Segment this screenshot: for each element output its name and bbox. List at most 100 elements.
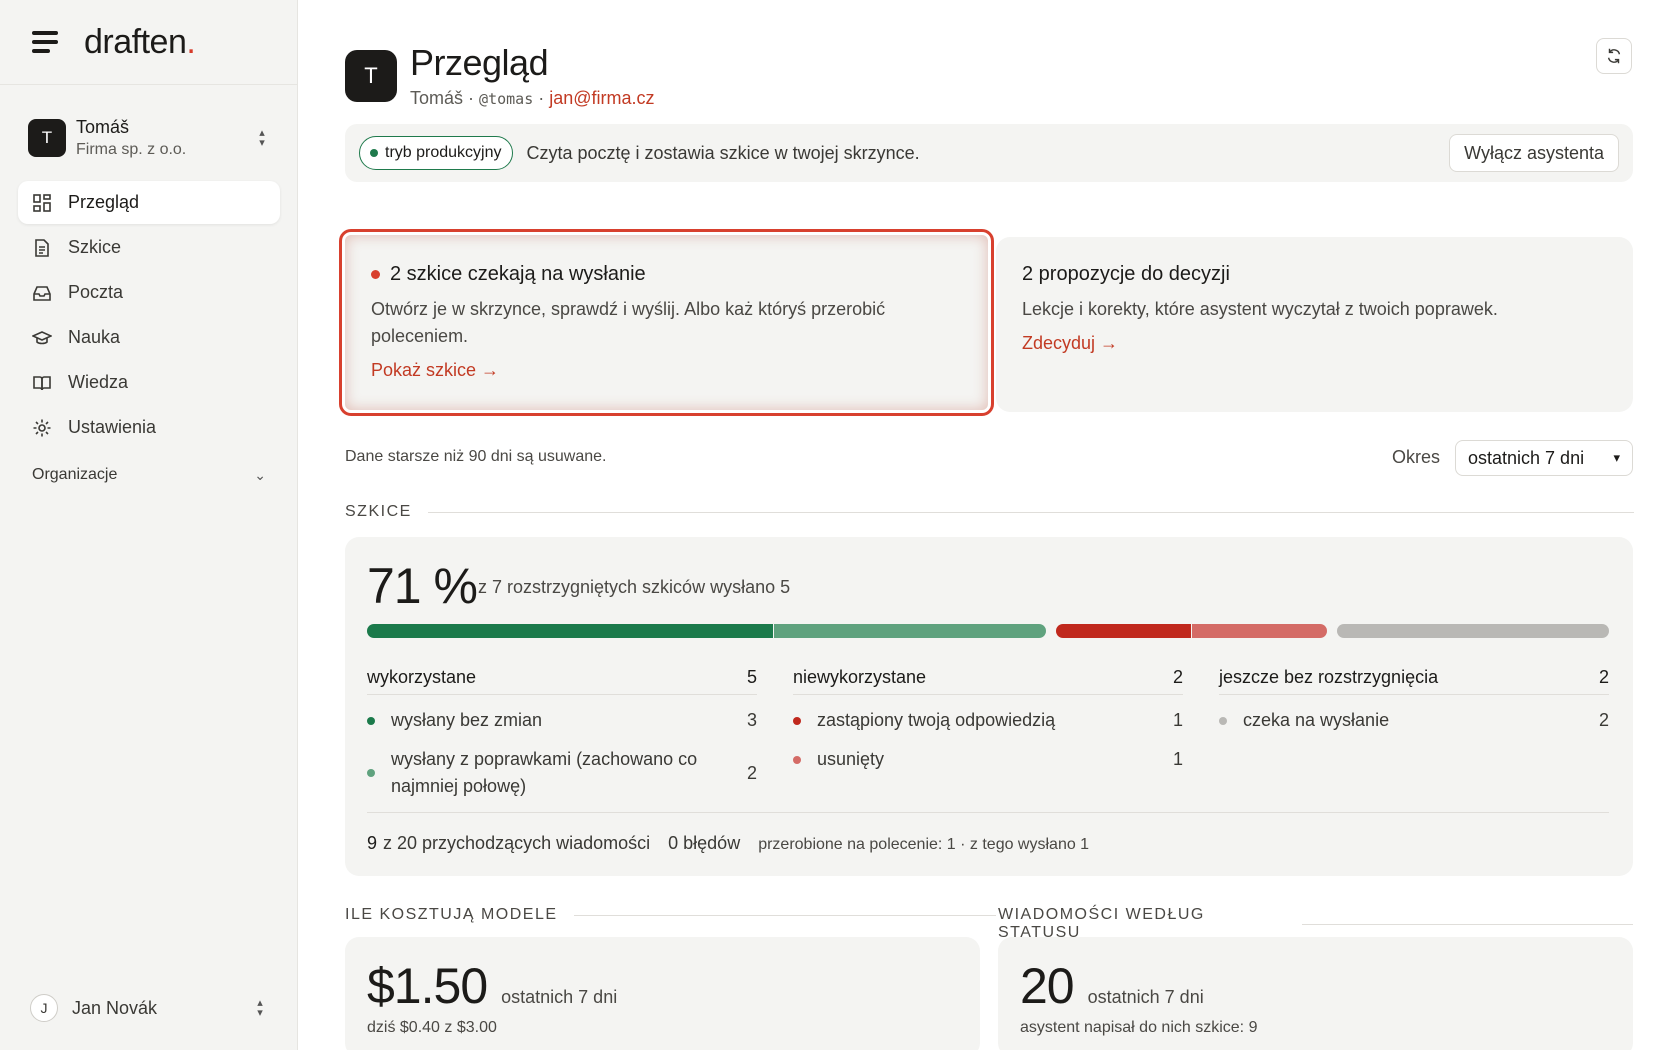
sidebar-item-wiedza[interactable]: Wiedza: [18, 361, 280, 404]
messages-period: ostatnich 7 dni: [1087, 987, 1204, 1007]
reworked-label: przerobione na polecenie: 1 · z tego wys…: [758, 836, 1090, 853]
legend-dot: [1219, 716, 1227, 725]
status-badge: tryb produkcyjny: [359, 136, 513, 170]
incoming-label: z 20 przychodzących wiadomości: [383, 833, 651, 853]
row-label: wysłany z poprawkami (zachowano co najmn…: [391, 749, 698, 796]
workspace-name: Tomáš: [76, 117, 130, 137]
messages-status-card: 20 ostatnich 7 dni asystent napisał do ni…: [998, 937, 1633, 1050]
sidebar-item-ustawienia[interactable]: Ustawienia: [18, 406, 280, 449]
acceptance-summary: z 7 rozstrzygniętych szkiców wysłano 5: [478, 577, 791, 597]
column-undecided: jeszcze bez rozstrzygnięcia 2 czeka na wy…: [1219, 659, 1609, 800]
row-label: wysłany bez zmian: [391, 710, 543, 730]
column-title: niewykorzystane: [793, 667, 927, 687]
decide-link[interactable]: Zdecyduj →: [1022, 333, 1118, 354]
logo-dot: .: [186, 22, 196, 61]
organizations-label: Organizacje: [32, 466, 118, 483]
legend-dot: [367, 769, 375, 777]
column-title: wykorzystane: [367, 667, 477, 687]
logo[interactable]: draften.: [84, 22, 196, 62]
model-cost-card: $1.50 ostatnich 7 dni dziś $0.40 z $3.00: [345, 937, 980, 1050]
page-header: T Przegląd Tomáš · @tomas · jan@firma.cz: [345, 42, 655, 109]
row-label: usunięty: [817, 749, 885, 769]
column-title: jeszcze bez rozstrzygnięcia: [1219, 667, 1439, 687]
banner-text: Czyta pocztę i zostawia szkice w twojej …: [526, 142, 920, 163]
sidebar-item-label: Przegląd: [68, 192, 140, 212]
graduation-cap-icon: [32, 330, 52, 344]
refresh-icon: [1607, 48, 1621, 64]
grid-icon: [33, 193, 51, 212]
sidebar-nav: Przegląd Szkice Poczta Nauka Wiedza Usta…: [18, 181, 280, 451]
outcome-bar: [367, 624, 1609, 638]
account-handle: @tomas: [479, 90, 534, 108]
logo-text: draften: [84, 22, 187, 61]
column-count: 2: [1598, 667, 1609, 687]
list-item: wysłany bez zmian 3: [367, 707, 757, 734]
sidebar-item-label: Ustawienia: [68, 417, 157, 437]
legend-dot: [793, 716, 801, 725]
status-badge-label: tryb produkcyjny: [385, 144, 502, 161]
disable-assistant-button[interactable]: Wyłącz asystenta: [1449, 134, 1619, 172]
list-item: czeka na wysłanie 2: [1219, 707, 1609, 734]
divider: [1301, 923, 1633, 925]
refresh-button[interactable]: [1596, 38, 1632, 74]
separator: ·: [538, 88, 545, 108]
sidebar: draften. T Tomáš Firma sp. z o.o. ▴ ▾ Prz…: [0, 0, 298, 1050]
legend-dot: [793, 755, 801, 764]
assistant-status-banner: tryb produkcyjny Czyta pocztę i zostawia…: [345, 124, 1633, 182]
cost-today: dziś $0.40 z $3.00: [367, 1019, 497, 1036]
organizations-toggle[interactable]: Organizacje ⌄: [32, 466, 266, 484]
menu-icon[interactable]: [32, 31, 60, 53]
avatar: T: [345, 49, 397, 102]
workspace-switcher[interactable]: T Tomáš Firma sp. z o.o. ▴ ▾: [20, 106, 278, 170]
outcome-columns: wykorzystane 5 wysłany bez zmian 3 wysłany…: [367, 659, 1609, 800]
user-name: Jan Novák: [72, 997, 158, 1018]
sidebar-item-label: Poczta: [68, 282, 124, 302]
acceptance-percent: 71 %: [367, 558, 478, 614]
sidebar-item-poczta[interactable]: Poczta: [18, 271, 280, 314]
workspace-org: Firma sp. z o.o.: [76, 141, 187, 158]
document-icon: [35, 238, 49, 257]
processed-count: 9: [367, 833, 378, 853]
user-menu[interactable]: J Jan Novák ▴ ▾: [30, 988, 268, 1028]
chevron-updown-icon: ▴ ▾: [259, 127, 265, 149]
page-title: Przegląd: [410, 42, 549, 83]
period-select[interactable]: ostatnich 7 dni ▾: [1455, 440, 1633, 476]
bar-segment: [774, 624, 1046, 638]
sidebar-item-label: Nauka: [68, 327, 121, 347]
row-count: 1: [1172, 710, 1183, 730]
messages-drafted: asystent napisał do nich szkice: 9: [1020, 1019, 1258, 1036]
page-subtitle: Tomáš · @tomas · jan@firma.cz: [410, 88, 655, 109]
bar-segment: [1055, 624, 1191, 638]
divider: [427, 511, 1634, 513]
sidebar-item-nauka[interactable]: Nauka: [18, 316, 280, 359]
show-drafts-link[interactable]: Pokaż szkice →: [371, 360, 499, 381]
card-title: 2 propozycje do decyzji: [1022, 263, 1230, 285]
brand-bar: draften.: [0, 0, 297, 85]
gear-icon: [33, 419, 51, 436]
card-title: 2 szkice czekają na wysłanie: [390, 263, 646, 285]
sidebar-item-label: Szkice: [68, 237, 122, 257]
chevron-down-icon: ▾: [1613, 450, 1620, 465]
period-value: ostatnich 7 dni: [1468, 447, 1585, 468]
list-item: usunięty 1: [793, 746, 1183, 773]
workspace-avatar: T: [28, 119, 66, 157]
chevron-updown-icon: ▴ ▾: [257, 997, 263, 1019]
account-email[interactable]: jan@firma.cz: [549, 88, 654, 108]
divider: [573, 914, 996, 916]
sidebar-item-przeglad[interactable]: Przegląd: [18, 181, 280, 224]
card-text: Lekcje i korekty, które asystent wyczyta…: [1022, 299, 1498, 319]
messages-value: 20: [1020, 958, 1075, 1014]
bar-segment: [1337, 624, 1609, 638]
list-item: zastąpiony twoją odpowiedzią 1: [793, 707, 1183, 734]
sidebar-item-szkice[interactable]: Szkice: [18, 226, 280, 269]
account-name: Tomáš: [410, 88, 464, 108]
pending-drafts-card: 2 szkice czekają na wysłanie Otwórz je w…: [339, 229, 994, 416]
book-icon: [33, 375, 51, 390]
inbox-icon: [33, 285, 51, 301]
column-used: wykorzystane 5 wysłany bez zmian 3 wysłany…: [367, 659, 757, 800]
bar-segment: [367, 624, 774, 638]
row-count: 2: [1598, 710, 1609, 730]
retention-note: Dane starsze niż 90 dni są usuwane.: [345, 448, 607, 465]
section-title: ILE KOSZTUJĄ MODELE: [345, 906, 558, 923]
stats-footer: 9 z 20 przychodzących wiadomości 0 błędó…: [367, 812, 1609, 854]
